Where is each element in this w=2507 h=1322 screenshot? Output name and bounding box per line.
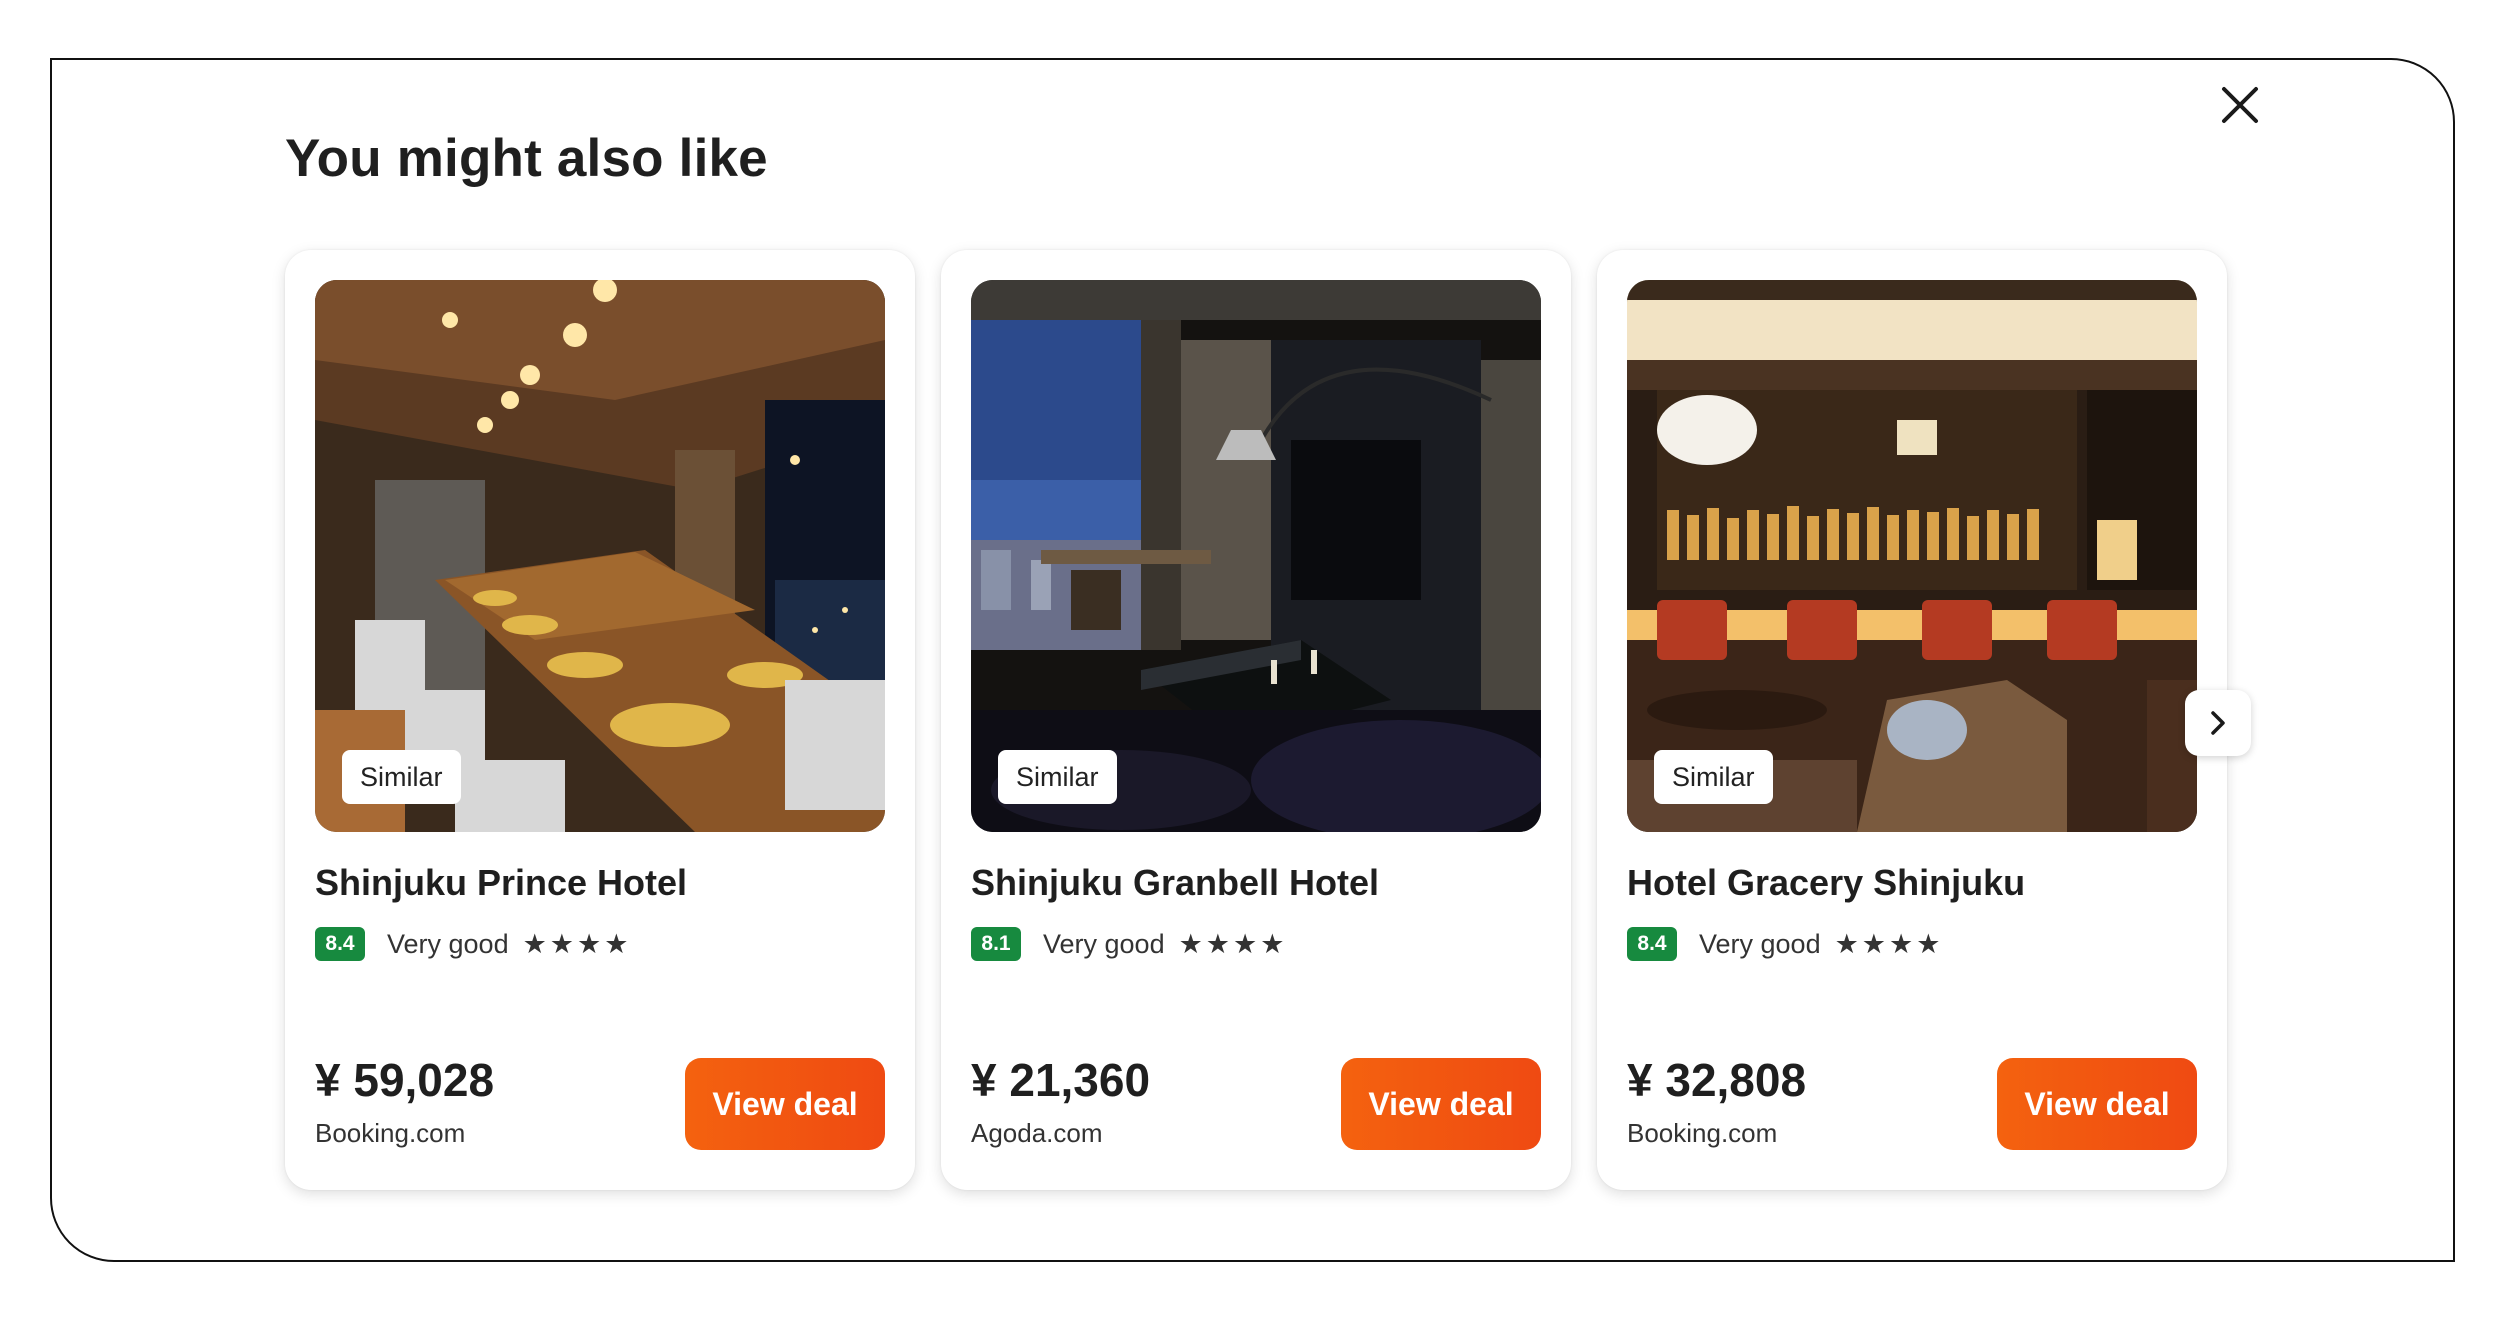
hotel-rating: 8.4 Very good ★★★★ xyxy=(1627,926,1943,962)
hotel-price: ¥ 32,808 xyxy=(1627,1054,1807,1106)
provider-name: Booking.com xyxy=(315,1118,466,1148)
close-button[interactable] xyxy=(2215,80,2265,130)
chevron-right-icon xyxy=(2211,711,2225,735)
provider-name: Agoda.com xyxy=(971,1118,1103,1148)
hotel-photo[interactable]: Similar xyxy=(315,280,885,832)
hotel-price: ¥ 21,360 xyxy=(971,1054,1151,1106)
hotel-photo[interactable]: Similar xyxy=(971,280,1541,832)
rating-label: Very good xyxy=(1699,928,1821,959)
hotel-name[interactable]: Hotel Gracery Shinjuku xyxy=(1627,862,2025,904)
view-deal-button[interactable]: View deal xyxy=(685,1058,885,1150)
hotel-name[interactable]: Shinjuku Granbell Hotel xyxy=(971,862,1379,904)
similar-badge: Similar xyxy=(342,750,461,804)
hotel-card[interactable]: Similar Hotel Gracery Shinjuku 8.4 Very … xyxy=(1597,250,2227,1190)
hotel-rating: 8.4 Very good ★★★★ xyxy=(315,926,631,962)
hotel-photo[interactable]: Similar xyxy=(1627,280,2197,832)
star-rating-icon: ★★★★ xyxy=(1834,928,1944,959)
score-badge: 8.1 xyxy=(971,927,1021,961)
hotel-name[interactable]: Shinjuku Prince Hotel xyxy=(315,862,687,904)
view-deal-button[interactable]: View deal xyxy=(1341,1058,1541,1150)
modal-title: You might also like xyxy=(285,129,768,188)
score-badge: 8.4 xyxy=(315,927,365,961)
similar-badge: Similar xyxy=(998,750,1117,804)
hotel-card[interactable]: Similar Shinjuku Prince Hotel 8.4 Very g… xyxy=(285,250,915,1190)
score-badge: 8.4 xyxy=(1627,927,1677,961)
similar-badge: Similar xyxy=(1654,750,1773,804)
rating-label: Very good xyxy=(387,928,509,959)
close-icon xyxy=(2222,87,2258,123)
star-rating-icon: ★★★★ xyxy=(1178,928,1288,959)
view-deal-button[interactable]: View deal xyxy=(1997,1058,2197,1150)
hotel-rating: 8.1 Very good ★★★★ xyxy=(971,926,1287,962)
provider-name: Booking.com xyxy=(1627,1118,1778,1148)
hotel-card[interactable]: Similar Shinjuku Granbell Hotel 8.1 Very… xyxy=(941,250,1571,1190)
rating-label: Very good xyxy=(1043,928,1165,959)
hotel-price: ¥ 59,028 xyxy=(315,1054,495,1106)
carousel-next-button[interactable] xyxy=(2185,690,2251,756)
star-rating-icon: ★★★★ xyxy=(522,928,632,959)
